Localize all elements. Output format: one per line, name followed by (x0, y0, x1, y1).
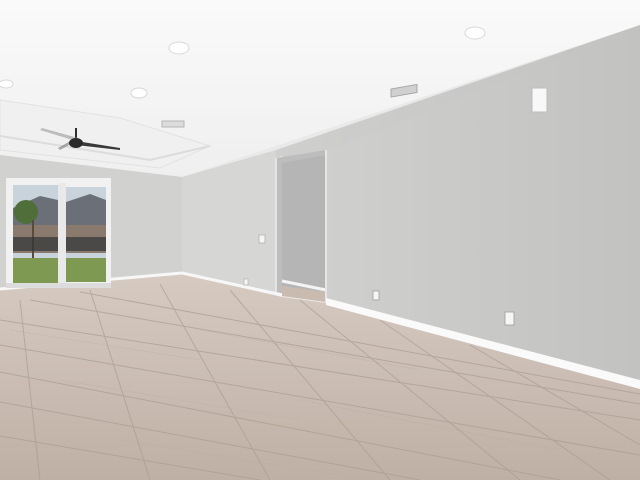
outlet (372, 290, 380, 301)
light-switch (258, 234, 266, 244)
thermostat (531, 87, 548, 113)
room-photo (0, 0, 640, 480)
outlet (504, 311, 515, 326)
hvac-vent (161, 120, 185, 128)
sliding-glass-door (6, 178, 111, 288)
recessed-light (0, 79, 14, 89)
recessed-light (130, 87, 148, 99)
outlet (243, 278, 249, 286)
recessed-light (168, 41, 190, 55)
hallway-inner-wall (282, 155, 326, 292)
recessed-light (464, 26, 486, 40)
